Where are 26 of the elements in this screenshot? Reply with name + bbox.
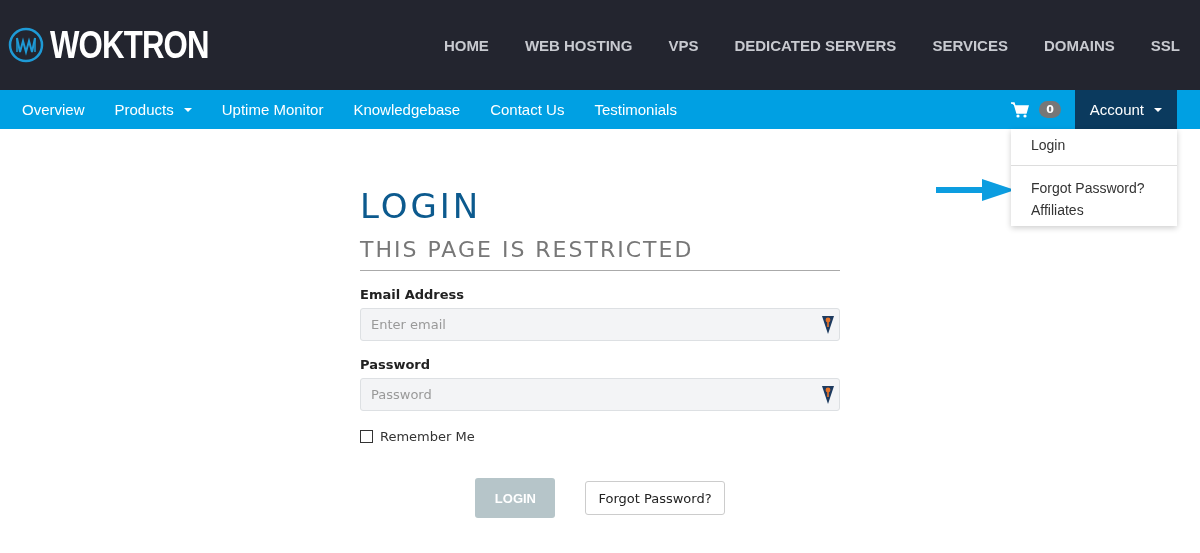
nav-link[interactable]: SERVICES bbox=[932, 36, 1008, 54]
forgot-password-button[interactable]: Forgot Password? bbox=[585, 481, 725, 515]
nav-link[interactable]: HOME bbox=[443, 36, 489, 54]
checkbox-label: Remember Me bbox=[380, 429, 475, 444]
page-title: LOGIN bbox=[360, 189, 483, 223]
checkbox[interactable] bbox=[360, 430, 373, 443]
field-label: Password bbox=[360, 357, 432, 372]
nav-link[interactable]: DEDICATED SERVERS bbox=[734, 36, 897, 54]
menu-item[interactable]: Login bbox=[1011, 134, 1177, 156]
menu-item[interactable]: Affiliates bbox=[1011, 199, 1177, 221]
nav-link[interactable]: VPS bbox=[668, 36, 699, 54]
input-field[interactable]: Enter email bbox=[360, 308, 840, 341]
cart-count-badge: 0 bbox=[1039, 101, 1061, 118]
cart-icon[interactable] bbox=[1011, 101, 1030, 118]
menu-item[interactable]: Forgot Password? bbox=[1011, 177, 1177, 199]
key-icon bbox=[822, 316, 834, 334]
nav-link[interactable]: DOMAINS bbox=[1043, 36, 1115, 54]
nav-link[interactable]: SSL bbox=[1150, 36, 1180, 54]
field-label: Email Address bbox=[360, 287, 465, 302]
key-icon bbox=[822, 386, 834, 404]
logo-icon bbox=[8, 27, 44, 63]
page-subtitle: THIS PAGE IS RESTRICTED bbox=[360, 237, 840, 271]
brand-name[interactable]: WOKTRON bbox=[50, 23, 209, 67]
input-field[interactable]: Password bbox=[360, 378, 840, 411]
nav-link[interactable]: WEB HOSTING bbox=[524, 36, 633, 54]
account-menu-button[interactable]: Account bbox=[1074, 90, 1177, 129]
